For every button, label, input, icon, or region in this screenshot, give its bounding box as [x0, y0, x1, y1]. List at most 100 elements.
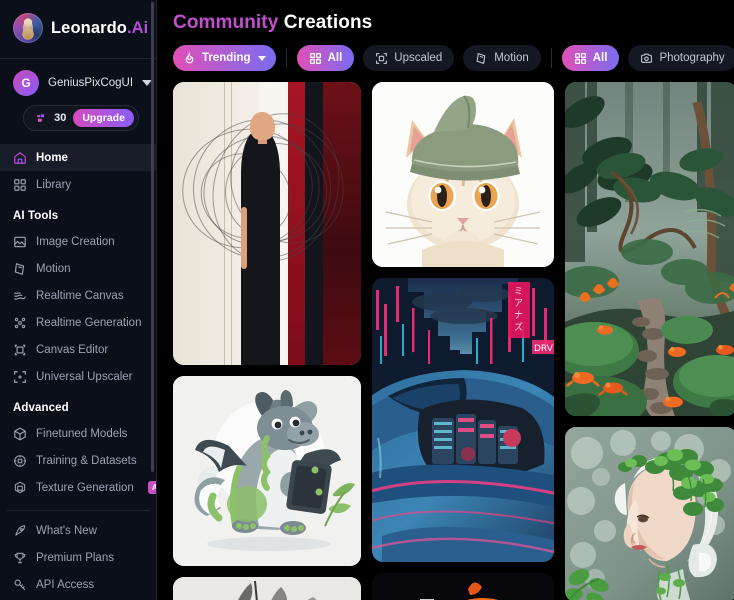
motion-icon — [14, 262, 25, 275]
camera-icon — [641, 53, 653, 63]
grid-icon — [309, 52, 321, 64]
sidebar-item-label: Canvas Editor — [36, 343, 109, 356]
key-icon — [14, 579, 26, 590]
type-chip-all[interactable]: All — [296, 45, 355, 71]
gallery-column — [565, 82, 734, 600]
sidebar-item-home[interactable]: Home — [0, 144, 156, 171]
brand-name: Leonardo — [51, 18, 127, 37]
sidebar-item-label: Training & Datasets — [36, 454, 137, 467]
credits-row: 30 Upgrade — [0, 103, 156, 141]
dragon-illustration — [173, 376, 361, 566]
sidebar-item-label: What's New — [36, 524, 97, 537]
account-username: GeniusPixCogUI — [48, 77, 134, 89]
sidebar-item-label: Image Creation — [36, 235, 115, 248]
type-chip-motion[interactable]: Motion — [463, 45, 541, 71]
motion-icon — [476, 52, 486, 64]
sidebar-item-label: Premium Plans — [36, 551, 114, 564]
fire-art[interactable] — [372, 573, 554, 600]
ink-illustration — [173, 577, 361, 600]
category-chip-photography[interactable]: Photography — [628, 45, 734, 71]
sidebar-item-label: Finetuned Models — [36, 427, 128, 440]
sidebar-item-library[interactable]: Library — [0, 171, 156, 198]
leonardo-avatar-icon — [13, 13, 43, 43]
sidebar-item-api-access[interactable]: API Access — [0, 571, 156, 598]
cat-in-hat-art[interactable] — [372, 82, 554, 267]
filter-bar: Trending All Upscaled Motion All Photogr… — [157, 34, 734, 71]
account-switcher[interactable]: G GeniusPixCogUI — [0, 59, 156, 103]
sidebar-item-label: Home — [36, 151, 68, 164]
gallery-column: ミアナズ DRV — [372, 82, 554, 600]
credits-count: 30 — [54, 112, 67, 124]
dragon-tablet-art[interactable] — [173, 376, 361, 566]
sidebar-item-label: Motion — [36, 262, 71, 275]
type-chip-label: Upscaled — [394, 52, 443, 64]
brand-header[interactable]: Leonardo.Ai — [0, 0, 156, 56]
realtime-canvas-icon — [14, 291, 26, 300]
sidebar-scrollbar[interactable] — [151, 2, 154, 472]
svg-text:ミ: ミ — [514, 287, 523, 297]
ink-wash-art[interactable] — [173, 577, 361, 600]
sidebar-item-motion[interactable]: Motion — [0, 255, 156, 282]
cyberpunk-illustration: ミアナズ DRV — [372, 278, 554, 562]
category-chip-all[interactable]: All — [561, 45, 620, 71]
home-icon — [14, 151, 26, 164]
sidebar-divider — [7, 510, 149, 511]
upgrade-button[interactable]: Upgrade — [73, 109, 134, 127]
page-title-accent: Community — [173, 12, 279, 33]
canvas-editor-icon — [14, 344, 26, 355]
section-title-ai-tools: AI Tools — [13, 210, 59, 222]
jungle-illustration — [565, 82, 734, 416]
image-icon — [14, 236, 26, 247]
training-icon — [14, 454, 26, 467]
upscaler-icon — [376, 52, 388, 64]
sidebar-item-label: Universal Upscaler — [36, 370, 133, 383]
sort-chip-trending[interactable]: Trending — [173, 45, 276, 71]
sidebar-item-realtime-canvas[interactable]: Realtime Canvas — [0, 282, 156, 309]
sidebar-item-label: API Access — [36, 578, 95, 591]
sidebar-item-image-creation[interactable]: Image Creation — [0, 228, 156, 255]
texture-icon — [14, 481, 26, 493]
sidebar-item-label: Realtime Generation — [36, 316, 142, 329]
sidebar-item-finetuned-models[interactable]: Finetuned Models — [0, 420, 156, 447]
chevron-down-icon[interactable] — [257, 55, 266, 61]
filter-divider-2 — [550, 48, 552, 68]
sidebar-item-realtime-generation[interactable]: Realtime Generation — [0, 309, 156, 336]
trophy-icon — [14, 552, 26, 563]
alpha-badge: Alpha — [147, 481, 156, 494]
sidebar-item-training-datasets[interactable]: Training & Datasets — [0, 447, 156, 474]
type-chip-label: Motion — [494, 52, 529, 64]
sidebar-item-whats-new[interactable]: What's New — [0, 517, 156, 544]
sidebar-item-label: Library — [36, 178, 72, 191]
grid-icon — [14, 178, 26, 191]
fire-illustration — [372, 573, 554, 600]
avatar: G — [13, 70, 39, 96]
plant-woman-illustration — [565, 427, 734, 600]
cyberpunk-car-art[interactable]: ミアナズ DRV — [372, 278, 554, 562]
jungle-frogs-art[interactable] — [565, 82, 734, 416]
credits-pill[interactable]: 30 Upgrade — [23, 105, 139, 131]
sort-chip-label: Trending — [202, 52, 251, 64]
page-title: Community Creations — [157, 0, 734, 34]
rocket-icon — [15, 524, 26, 536]
section-title-advanced: Advanced — [13, 402, 69, 414]
svg-text:ズ: ズ — [514, 321, 523, 333]
type-chip-upscaled[interactable]: Upscaled — [363, 45, 455, 71]
sidebar-item-premium-plans[interactable]: Premium Plans — [0, 544, 156, 571]
flame-icon — [185, 52, 194, 63]
upscaler-icon — [14, 370, 26, 383]
token-icon — [37, 114, 45, 122]
app-root: Leonardo.Ai G GeniusPixCogUI 30 Upgrade … — [0, 0, 734, 600]
gallery-column — [173, 82, 361, 600]
figure-head — [250, 111, 275, 140]
realtime-generation-icon — [14, 317, 26, 328]
svg-text:DRV: DRV — [534, 344, 554, 354]
plant-woman-art[interactable] — [565, 427, 734, 600]
filter-divider — [285, 48, 287, 68]
abstract-figure-art[interactable] — [173, 82, 361, 365]
category-chip-label: All — [592, 52, 608, 64]
main-content: Community Creations Trending All Upscale… — [157, 0, 734, 600]
sidebar-item-universal-upscaler[interactable]: Universal Upscaler — [0, 363, 156, 390]
type-chip-label: All — [327, 52, 343, 64]
sidebar-item-texture-generation[interactable]: Texture Generation Alpha — [0, 474, 156, 501]
sidebar-item-canvas-editor[interactable]: Canvas Editor — [0, 336, 156, 363]
